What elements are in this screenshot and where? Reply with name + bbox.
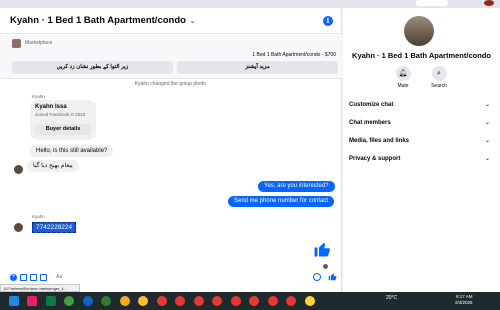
taskbar-app-icon[interactable] — [249, 296, 259, 306]
avatar — [14, 165, 23, 174]
taskbar-app-icon[interactable] — [212, 296, 222, 306]
composer: + Aa — [0, 270, 342, 284]
search-button[interactable]: ⌕ Search — [427, 66, 451, 90]
section-media-files-links[interactable]: Media, files and links ⌄ — [349, 135, 494, 147]
taskbar-app-icon[interactable] — [82, 296, 93, 306]
like-send-icon[interactable] — [328, 272, 337, 281]
chat-header: Kyahn · 1 Bed 1 Bath Apartment/condo ⌄ i — [0, 8, 342, 34]
taskbar-app-icon[interactable] — [156, 296, 167, 306]
taskbar-app-icon[interactable] — [193, 296, 204, 306]
image-icon[interactable] — [20, 273, 27, 281]
taskbar-icons — [0, 296, 315, 306]
mute-label: Mute — [397, 83, 409, 89]
emoji-icon[interactable] — [313, 273, 321, 281]
seen-avatar — [323, 264, 328, 269]
mark-pending-button[interactable]: زیر التوا کے بطور نشان زد کریں — [12, 61, 173, 74]
taskbar-app-icon[interactable] — [304, 296, 315, 306]
taskbar-app-icon[interactable] — [138, 296, 148, 306]
buyer-name: Kyahn Issa — [35, 104, 67, 110]
conversation-info-panel: Kyahn · 1 Bed 1 Bath Apartment/condo 🔔︎ … — [343, 8, 500, 292]
buyer-details-button[interactable]: Buyer details — [35, 124, 91, 135]
taskbar-app-icon[interactable] — [64, 296, 74, 306]
search-label: Search — [431, 83, 447, 89]
top-pill[interactable] — [416, 0, 448, 6]
chevron-down-icon: ⌄ — [187, 18, 196, 25]
more-options-button[interactable]: مزید آپشنز — [177, 61, 338, 74]
taskbar-app-icon[interactable] — [101, 296, 111, 306]
taskbar-app-icon[interactable] — [267, 296, 278, 306]
conversation-actions: 🔔︎ Mute ⌕ Search — [391, 66, 451, 90]
sender-label: Kyahn — [32, 214, 45, 219]
message-out: Yes, are you interested? — [258, 181, 335, 192]
message-in: Hello, is this still available? — [30, 145, 114, 157]
sticker-icon[interactable] — [30, 273, 37, 281]
clock[interactable]: 9:17 AM 2/3/2025 — [455, 294, 473, 306]
message-in: پیغام بھیج دیا گیا — [27, 160, 79, 172]
chevron-down-icon: ⌄ — [484, 138, 490, 144]
thumbs-up-icon — [314, 243, 330, 257]
listing-title-price[interactable]: 1 Bed 1 Bath Apartment/condo · $700 — [252, 52, 336, 58]
chevron-down-icon: ⌄ — [484, 156, 490, 162]
info-icon[interactable]: i — [323, 16, 333, 26]
chevron-down-icon: ⌄ — [484, 102, 490, 108]
taskbar-app-icon[interactable] — [175, 296, 185, 306]
taskbar-app-icon[interactable] — [45, 296, 56, 306]
listing-thumbnail — [12, 39, 21, 48]
marketplace-banner: Marketplace 1 Bed 1 Bath Apartment/condo… — [0, 35, 342, 79]
conversation-name: Kyahn · 1 Bed 1 Bath Apartment/condo — [352, 51, 491, 60]
conversation-photo — [404, 16, 434, 46]
taskbar: 20°C 9:17 AM 2/3/2025 — [0, 292, 500, 310]
marketplace-actions: زیر التوا کے بطور نشان زد کریں مزید آپشن… — [12, 61, 338, 74]
marketplace-label: Marketplace — [25, 40, 53, 46]
message-out: Send me phone number for contact — [228, 196, 335, 207]
taskbar-app-icon[interactable] — [27, 296, 37, 306]
chat-panel: Kyahn · 1 Bed 1 Bath Apartment/condo ⌄ i… — [0, 8, 342, 292]
buyer-joined: Joined Facebook in 2023 — [35, 112, 86, 117]
section-chat-members[interactable]: Chat members ⌄ — [349, 117, 494, 129]
section-privacy-support[interactable]: Privacy & support ⌄ — [349, 153, 494, 165]
weather[interactable]: 20°C — [386, 295, 397, 301]
bell-icon: 🔔︎ — [395, 66, 411, 81]
chevron-down-icon: ⌄ — [484, 120, 490, 126]
taskbar-app-icon[interactable] — [286, 296, 296, 306]
taskbar-app-icon[interactable] — [8, 296, 19, 306]
buyer-card: Kyahn Issa Joined Facebook in 2023 Buyer… — [30, 100, 96, 140]
taskbar-app-icon[interactable] — [230, 296, 241, 306]
search-icon: ⌕ — [431, 66, 447, 81]
account-avatar[interactable] — [484, 0, 494, 6]
avatar — [14, 223, 23, 232]
system-message: Kyahn changed the group photo. — [134, 81, 208, 87]
chat-title[interactable]: Kyahn · 1 Bed 1 Bath Apartment/condo ⌄ — [10, 15, 196, 26]
message-input[interactable]: Aa — [56, 274, 62, 280]
gif-icon[interactable] — [40, 273, 47, 281]
sender-label: Kyahn — [32, 94, 45, 99]
selected-phone-number[interactable]: 7742228224 — [32, 222, 77, 233]
plus-icon[interactable]: + — [10, 273, 17, 281]
section-customize-chat[interactable]: Customize chat ⌄ — [349, 99, 494, 111]
taskbar-app-icon[interactable] — [119, 296, 130, 306]
mute-button[interactable]: 🔔︎ Mute — [391, 66, 415, 90]
status-url: 12/?referralSurface=messenger_li... — [0, 284, 80, 292]
browser-top-strip — [0, 0, 500, 8]
